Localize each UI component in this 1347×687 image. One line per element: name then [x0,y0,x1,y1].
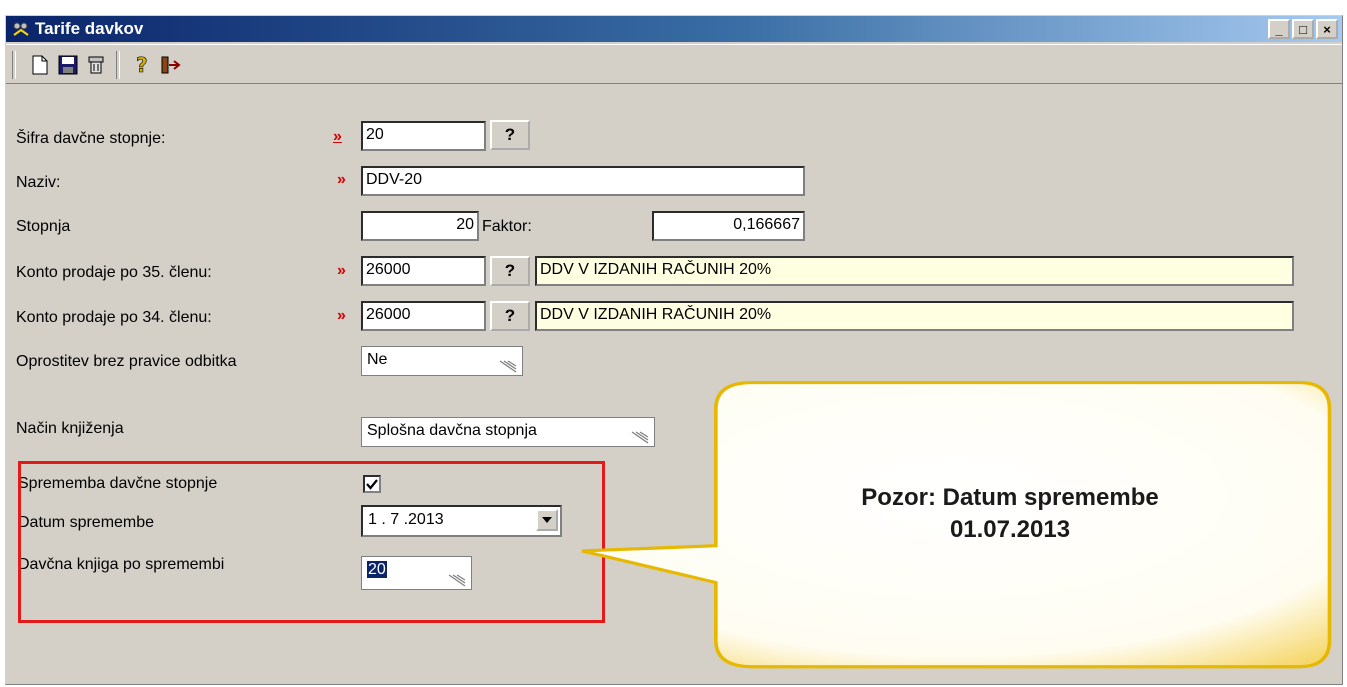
toolbar-separator [12,51,16,79]
save-icon[interactable] [56,53,80,77]
oprostitev-select[interactable]: Ne [361,346,523,376]
konto35-label: Konto prodaje po 35. členu: [16,264,212,281]
naziv-input[interactable]: DDV-20 [361,166,805,196]
oprostitev-label: Oprostitev brez pravice odbitka [16,353,237,370]
konto34-input[interactable]: 26000 [361,301,486,331]
faktor-label: Faktor: [482,218,532,235]
naziv-label: Naziv: [16,174,61,191]
nacin-value: Splošna davčna stopnja [367,422,537,439]
required-marker: » [337,171,346,188]
stopnja-label: Stopnja [16,218,71,235]
maximize-button[interactable]: □ [1292,19,1314,39]
delete-icon[interactable] [84,53,108,77]
faktor-input[interactable]: 0,166667 [652,211,805,241]
close-button[interactable]: × [1316,19,1338,39]
minimize-button[interactable]: _ [1268,19,1290,39]
highlight-box [18,461,605,623]
konto35-input[interactable]: 26000 [361,256,486,286]
konto34-description: DDV V IZDANIH RAČUNIH 20% [535,301,1294,331]
konto34-label: Konto prodaje po 34. členu: [16,309,212,326]
new-document-icon[interactable] [28,53,52,77]
toolbar: ? [6,44,1342,84]
required-marker: » [337,262,346,279]
konto35-lookup-button[interactable]: ? [490,256,530,286]
nacin-label: Način knjiženja [16,420,124,437]
oprostitev-value: Ne [367,351,388,368]
konto34-lookup-button[interactable]: ? [490,301,530,331]
window-controls: _ □ × [1268,19,1338,39]
required-marker: » [333,128,342,145]
sifra-input[interactable]: 20 [361,121,486,151]
callout-line-1: Pozor: Datum spremembe [861,484,1159,511]
svg-text:?: ? [136,54,148,76]
window-title: Tarife davkov [35,19,144,38]
sifra-lookup-button[interactable]: ? [490,120,530,150]
toolbar-separator [116,51,120,79]
app-icon [13,22,29,36]
callout-line-2: 01.07.2013 [949,516,1071,543]
required-marker: » [337,307,346,324]
stopnja-input[interactable]: 20 [361,211,479,241]
exit-icon[interactable] [158,53,182,77]
resize-grip-icon [499,360,517,373]
konto35-description: DDV V IZDANIH RAČUNIH 20% [535,256,1294,286]
sifra-label: Šifra davčne stopnje: [16,130,166,147]
help-icon[interactable]: ? [130,53,154,77]
title-bar[interactable]: Tarife davkov _ □ × [6,16,1342,42]
callout-text: Pozor: Datum spremembe 01.07.2013 [690,482,1330,546]
